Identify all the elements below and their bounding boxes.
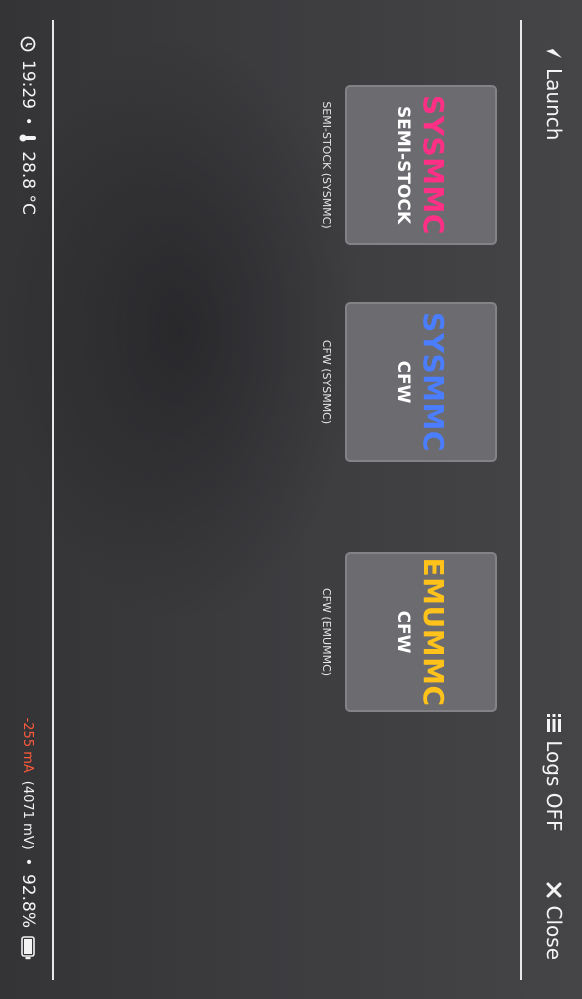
tile-semi-stock-sysmmc[interactable]: SYSMMC SEMI-STOCK	[345, 85, 497, 245]
tile-caption: CFW (SYSMMC)	[320, 339, 333, 425]
launch-title: Launch	[542, 40, 566, 140]
status-bar: 19:29 • 28.8 °C -255 mA (4071 mV) • 92.8…	[0, 20, 54, 980]
launch-tiles: SYSMMC SEMI-STOCK SEMI-STOCK (SYSMMC) SY…	[317, 0, 497, 999]
tile-subtitle: CFW	[393, 610, 414, 654]
logs-label: Logs OFF	[542, 740, 566, 832]
separator: •	[20, 117, 36, 126]
tile-caption: CFW (EMUMMC)	[320, 587, 333, 677]
battery-voltage: (4071 mV)	[20, 780, 36, 850]
close-icon	[546, 882, 562, 898]
launch-label: Launch	[542, 68, 566, 141]
temperature: 28.8 °C	[18, 151, 38, 215]
tile-wrap-cfw-emummc: EMUMMC CFW CFW (EMUMMC)	[320, 552, 497, 712]
header-bar: Launch Logs OFF Close	[520, 20, 582, 980]
tile-cfw-emummc[interactable]: EMUMMC CFW	[345, 552, 497, 712]
close-button[interactable]: Close	[542, 882, 566, 960]
logs-button[interactable]: Logs OFF	[542, 714, 566, 832]
clock-time: 19:29	[18, 60, 38, 109]
battery-percent: 92.8%	[18, 873, 38, 928]
tile-wrap-semi-stock-sysmmc: SYSMMC SEMI-STOCK SEMI-STOCK (SYSMMC)	[320, 85, 497, 245]
tile-caption: SEMI-STOCK (SYSMMC)	[320, 101, 333, 229]
separator: •	[20, 857, 36, 866]
close-label: Close	[542, 905, 566, 960]
tile-wrap-cfw-sysmmc: SYSMMC CFW CFW (SYSMMC)	[320, 302, 497, 462]
clock-icon	[20, 36, 36, 52]
tile-title: SYSMMC	[417, 312, 451, 452]
tile-subtitle: CFW	[393, 360, 414, 404]
hekate-launch-screen: Launch Logs OFF Close SYSMMC SEMI-STOCK …	[0, 0, 582, 999]
list-icon	[547, 714, 561, 733]
tile-title: EMUMMC	[417, 557, 451, 707]
tile-subtitle: SEMI-STOCK	[393, 105, 414, 225]
thermometer-icon	[19, 134, 36, 142]
battery-current: -255 mA	[20, 717, 36, 773]
battery-icon	[21, 936, 35, 960]
tile-cfw-sysmmc[interactable]: SYSMMC CFW	[345, 302, 497, 462]
rocket-icon	[546, 42, 562, 58]
tile-title: SYSMMC	[417, 95, 451, 235]
